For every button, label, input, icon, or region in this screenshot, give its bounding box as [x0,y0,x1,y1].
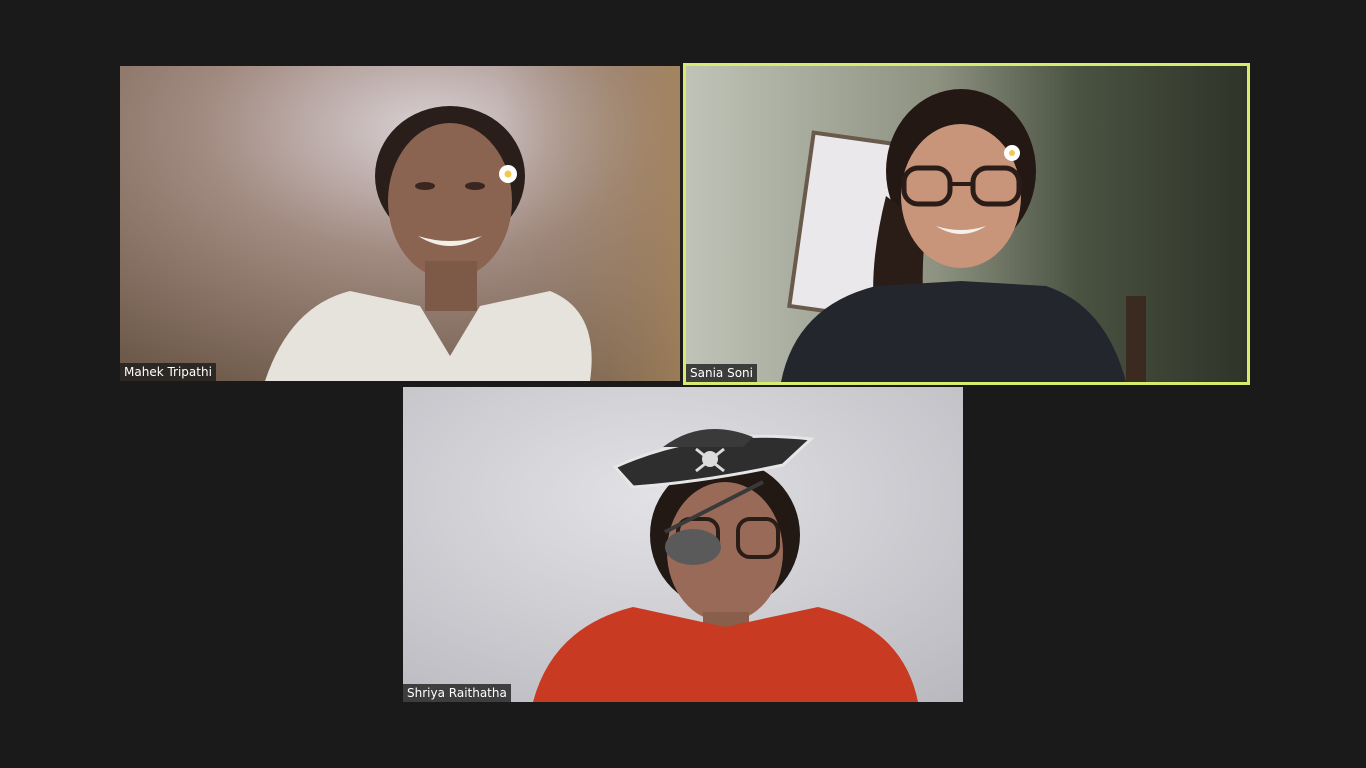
participant-video-tile[interactable]: Shriya Raithatha [403,387,963,702]
participant-video-feed [120,66,680,381]
participant-video-feed [403,387,963,702]
participant-name-label: Sania Soni [686,364,757,382]
participant-name-label: Mahek Tripathi [120,363,216,381]
participant-video-feed [686,66,1247,382]
video-gallery: Mahek Tripathi Sania Soni Shriya Raithat… [0,0,1366,768]
active-speaker-video-tile[interactable]: Sania Soni [683,63,1250,385]
participant-name-label: Shriya Raithatha [403,684,511,702]
participant-video-tile[interactable]: Mahek Tripathi [120,66,680,381]
